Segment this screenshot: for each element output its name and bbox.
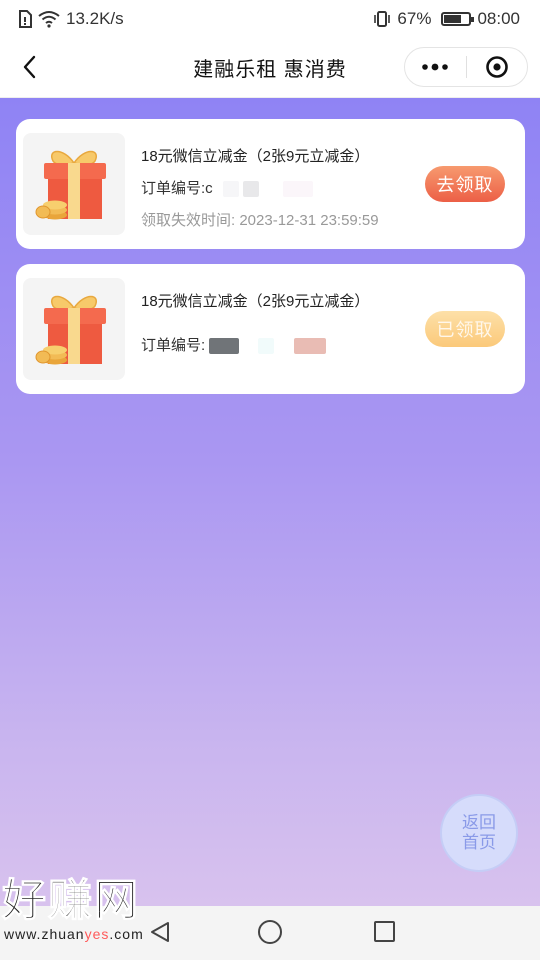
claim-button[interactable]: 去领取	[425, 166, 505, 202]
target-close-icon	[485, 56, 508, 78]
claimed-button[interactable]: 已领取	[425, 311, 505, 347]
nav-bar: 建融乐租 惠消费	[0, 38, 540, 98]
redacted-block	[257, 338, 274, 355]
battery-percent: 67%	[397, 9, 432, 28]
status-right: 67% 08:00	[373, 9, 520, 29]
watermark-url-prefix: www.zhuan	[4, 926, 85, 942]
watermark: 好赚网 www.zhuanyes.com	[2, 876, 202, 946]
redacted-block	[283, 181, 314, 198]
more-button[interactable]	[405, 48, 466, 86]
redacted-block	[293, 338, 326, 355]
redacted-block	[243, 181, 260, 198]
close-mini-program-button[interactable]	[467, 48, 528, 86]
vibrate-icon	[374, 11, 391, 27]
mini-program-capsule	[404, 47, 528, 87]
order-number: 订单编号:	[141, 334, 326, 355]
watermark-url-suffix: .com	[109, 926, 144, 942]
network-speed: 13.2K/s	[66, 9, 124, 28]
gift-box-icon	[35, 295, 106, 365]
coupon-card: 18元微信立减金（2张9元立减金） 订单编号:c 领取失效时间: 2023-12…	[16, 119, 525, 249]
watermark-logo: 好赚网	[2, 876, 140, 926]
back-home-label-line1: 返回	[462, 813, 496, 832]
expire-time: 领取失效时间: 2023-12-31 23:59:59	[141, 212, 379, 229]
wifi-icon	[38, 11, 60, 28]
redacted-block	[209, 338, 240, 355]
coupon-card: 18元微信立减金（2张9元立减金） 订单编号: 已领取	[16, 264, 525, 394]
clock: 08:00	[477, 9, 520, 28]
more-dots-icon	[422, 63, 449, 71]
battery-fill	[444, 15, 461, 23]
redacted-block	[222, 181, 239, 198]
order-number-label: 订单编号:c	[141, 180, 213, 197]
gift-box-image	[23, 133, 125, 235]
page-title: 建融乐租 惠消费	[193, 59, 347, 81]
battery-icon	[441, 12, 475, 26]
system-home-icon[interactable]	[258, 920, 282, 944]
watermark-url-accent: yes	[84, 926, 110, 942]
coupon-list-area: 18元微信立减金（2张9元立减金） 订单编号:c 领取失效时间: 2023-12…	[0, 98, 540, 906]
sim-card-icon	[19, 10, 32, 28]
coupon-title: 18元微信立减金（2张9元立减金）	[141, 293, 370, 310]
watermark-url: www.zhuanyes.com	[4, 926, 202, 942]
coupon-title: 18元微信立减金（2张9元立减金）	[141, 148, 370, 165]
order-number-label: 订单编号:	[141, 337, 206, 354]
chevron-left-icon[interactable]	[16, 52, 46, 82]
gift-box-icon	[35, 150, 106, 220]
back-home-button[interactable]: 返回 首页	[440, 794, 518, 872]
status-bar: 13.2K/s 67% 08:00	[0, 0, 540, 38]
order-number: 订单编号:c	[141, 177, 314, 198]
back-home-label-line2: 首页	[462, 833, 496, 852]
system-recent-apps-icon[interactable]	[374, 921, 395, 942]
status-left: 13.2K/s	[18, 9, 124, 29]
gift-box-image	[23, 278, 125, 380]
